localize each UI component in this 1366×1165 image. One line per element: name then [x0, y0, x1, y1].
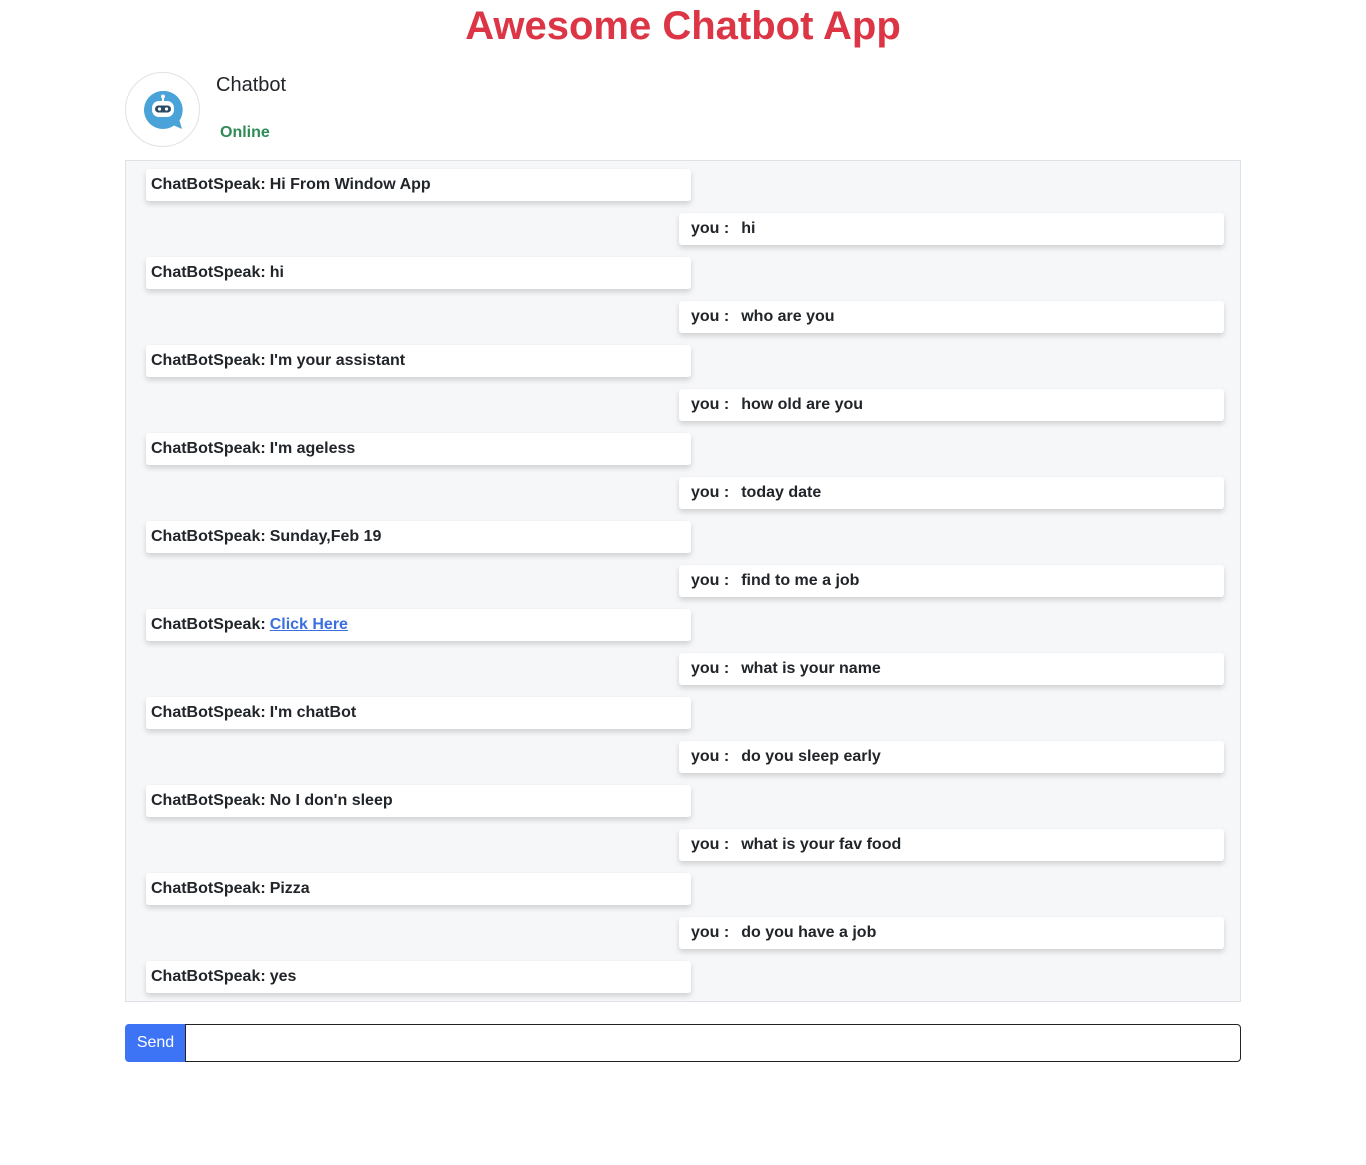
bot-message-prefix: ChatBotSpeak: — [151, 704, 266, 721]
bot-message-prefix: ChatBotSpeak: — [151, 176, 266, 193]
chatbot-robot-icon — [143, 90, 183, 129]
message-text: I'm chatBot — [269, 704, 357, 721]
bot-message: ChatBotSpeak: I'm your assistant — [146, 345, 691, 377]
bot-message: ChatBotSpeak: No I don'n sleep — [146, 785, 691, 817]
bot-message-prefix: ChatBotSpeak: — [151, 264, 266, 281]
user-message: you : today date — [679, 477, 1224, 509]
message-text: Sunday,Feb 19 — [269, 528, 382, 545]
message-text: hi — [269, 264, 284, 281]
bot-message: ChatBotSpeak: Pizza — [146, 873, 691, 905]
user-message-prefix: you : — [691, 660, 730, 677]
user-message-prefix: you : — [691, 748, 730, 765]
user-message: you : do you have a job — [679, 917, 1224, 949]
bot-message: ChatBotSpeak: yes — [146, 961, 691, 993]
user-message: you : who are you — [679, 301, 1224, 333]
message-text: what is your fav food — [741, 836, 902, 853]
chat-header: Chatbot Online — [125, 72, 625, 148]
user-message-prefix: you : — [691, 924, 730, 941]
bot-message: ChatBotSpeak: hi — [146, 257, 691, 289]
user-message: you : how old are you — [679, 389, 1224, 421]
bot-message-prefix: ChatBotSpeak: — [151, 616, 266, 633]
user-message: you : find to me a job — [679, 565, 1224, 597]
user-message: you : hi — [679, 213, 1224, 245]
bot-message-prefix: ChatBotSpeak: — [151, 880, 266, 897]
bot-message: ChatBotSpeak: Click Here — [146, 609, 691, 641]
message-text: Pizza — [269, 880, 310, 897]
user-message-prefix: you : — [691, 220, 730, 237]
user-message-prefix: you : — [691, 308, 730, 325]
click-here-link[interactable]: Click Here — [270, 616, 348, 633]
avatar — [125, 72, 200, 147]
user-message-prefix: you : — [691, 484, 730, 501]
send-button[interactable]: Send — [125, 1024, 186, 1062]
chat-window[interactable]: ChatBotSpeak: Hi From Window App you : hi Ch… — [125, 160, 1241, 1002]
app-title: Awesome Chatbot App — [465, 4, 901, 48]
bot-message: ChatBotSpeak: Hi From Window App — [146, 169, 691, 201]
bot-message: ChatBotSpeak: Sunday,Feb 19 — [146, 521, 691, 553]
message-text: No I don'n sleep — [269, 792, 393, 809]
bot-message-prefix: ChatBotSpeak: — [151, 792, 266, 809]
message-text: how old are you — [741, 396, 864, 413]
message-text: what is your name — [741, 660, 881, 677]
message-text: I'm your assistant — [269, 352, 406, 369]
message-text: hi — [741, 220, 756, 237]
user-message: you : what is your fav food — [679, 829, 1224, 861]
user-message-prefix: you : — [691, 396, 730, 413]
bot-message-prefix: ChatBotSpeak: — [151, 968, 266, 985]
message-composer: Send — [125, 1024, 1241, 1062]
status-badge: Online — [220, 124, 270, 141]
user-message-prefix: you : — [691, 836, 730, 853]
message-text: find to me a job — [741, 572, 860, 589]
message-text: I'm ageless — [269, 440, 356, 457]
bot-message: ChatBotSpeak: I'm chatBot — [146, 697, 691, 729]
user-message: you : what is your name — [679, 653, 1224, 685]
user-message-prefix: you : — [691, 572, 730, 589]
message-text: Hi From Window App — [269, 176, 431, 193]
message-input[interactable] — [185, 1024, 1241, 1062]
bot-name: Chatbot — [216, 74, 287, 96]
bot-message-prefix: ChatBotSpeak: — [151, 528, 266, 545]
bot-message-prefix: ChatBotSpeak: — [151, 440, 266, 457]
bot-message: ChatBotSpeak: I'm ageless — [146, 433, 691, 465]
message-text: today date — [741, 484, 822, 501]
message-text: do you sleep early — [741, 748, 881, 765]
message-text: yes — [269, 968, 297, 985]
message-text: who are you — [741, 308, 835, 325]
message-text: do you have a job — [741, 924, 877, 941]
bot-message-prefix: ChatBotSpeak: — [151, 352, 266, 369]
user-message: you : do you sleep early — [679, 741, 1224, 773]
